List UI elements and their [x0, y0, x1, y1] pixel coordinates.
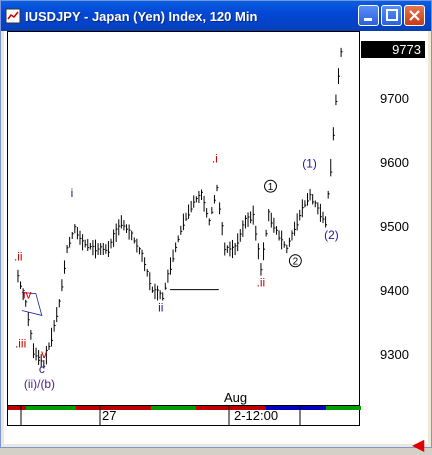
- y-tick-label: 9700: [380, 91, 409, 106]
- wave-label-iii: .iii: [15, 336, 26, 350]
- title-bar[interactable]: IUSDJPY - Japan (Yen) Index, 120 Min: [1, 1, 431, 31]
- x-tick-label: 2-12:00: [234, 408, 279, 423]
- wave-label-iv: iv: [23, 288, 32, 302]
- month-label: Aug: [224, 390, 248, 405]
- wave-label-2-circled: 2: [293, 257, 299, 268]
- wave-label-1-circled: 1: [268, 182, 274, 193]
- close-icon: [409, 10, 420, 21]
- wave-label-c: c: [39, 362, 45, 376]
- price-chart[interactable]: .iiiv.iii.vc(ii)/(b)iii.i.ii(1)(2)12: [7, 31, 360, 406]
- y-tick-label: 9300: [380, 347, 409, 362]
- wave-label-2-paren: (2): [324, 228, 339, 242]
- close-button[interactable]: [404, 5, 425, 26]
- time-axis: 27 2-12:00: [7, 406, 361, 426]
- wave-label-ii-red: .ii: [257, 276, 266, 290]
- minimize-icon: [364, 18, 372, 21]
- window-title: IUSDJPY - Japan (Yen) Index, 120 Min: [25, 9, 258, 24]
- y-tick-label: 9600: [380, 155, 409, 170]
- scroll-left-arrow-icon[interactable]: ◀: [412, 435, 424, 455]
- wave-label-v: .v: [38, 347, 47, 361]
- wave-label-ii-b: (ii)/(b): [24, 377, 55, 391]
- chart-window: IUSDJPY - Japan (Yen) Index, 120 Min .ii…: [0, 0, 432, 454]
- current-price-label: 9773: [361, 41, 425, 58]
- wave-label-1-paren: (1): [302, 156, 317, 170]
- maximize-button[interactable]: [381, 5, 402, 26]
- y-tick-label: 9500: [380, 219, 409, 234]
- y-tick-label: 9400: [380, 283, 409, 298]
- chart-app-icon: [5, 8, 21, 24]
- wave-label-i: i: [71, 186, 74, 200]
- wave-label-i-red: .i: [212, 151, 218, 165]
- time-axis-scroll-strip[interactable]: [8, 406, 361, 426]
- minimize-button[interactable]: [358, 5, 379, 26]
- wave-label-ii-blue: ii: [158, 300, 163, 314]
- wave-label-ii: .ii: [14, 250, 23, 264]
- x-tick-label: 27: [102, 408, 117, 423]
- maximize-icon: [386, 9, 398, 21]
- chart-area: .ii iv .iii .v c (ii)/(b) i ii .i .ii (1) (2) 1 2 977…: [4, 31, 428, 454]
